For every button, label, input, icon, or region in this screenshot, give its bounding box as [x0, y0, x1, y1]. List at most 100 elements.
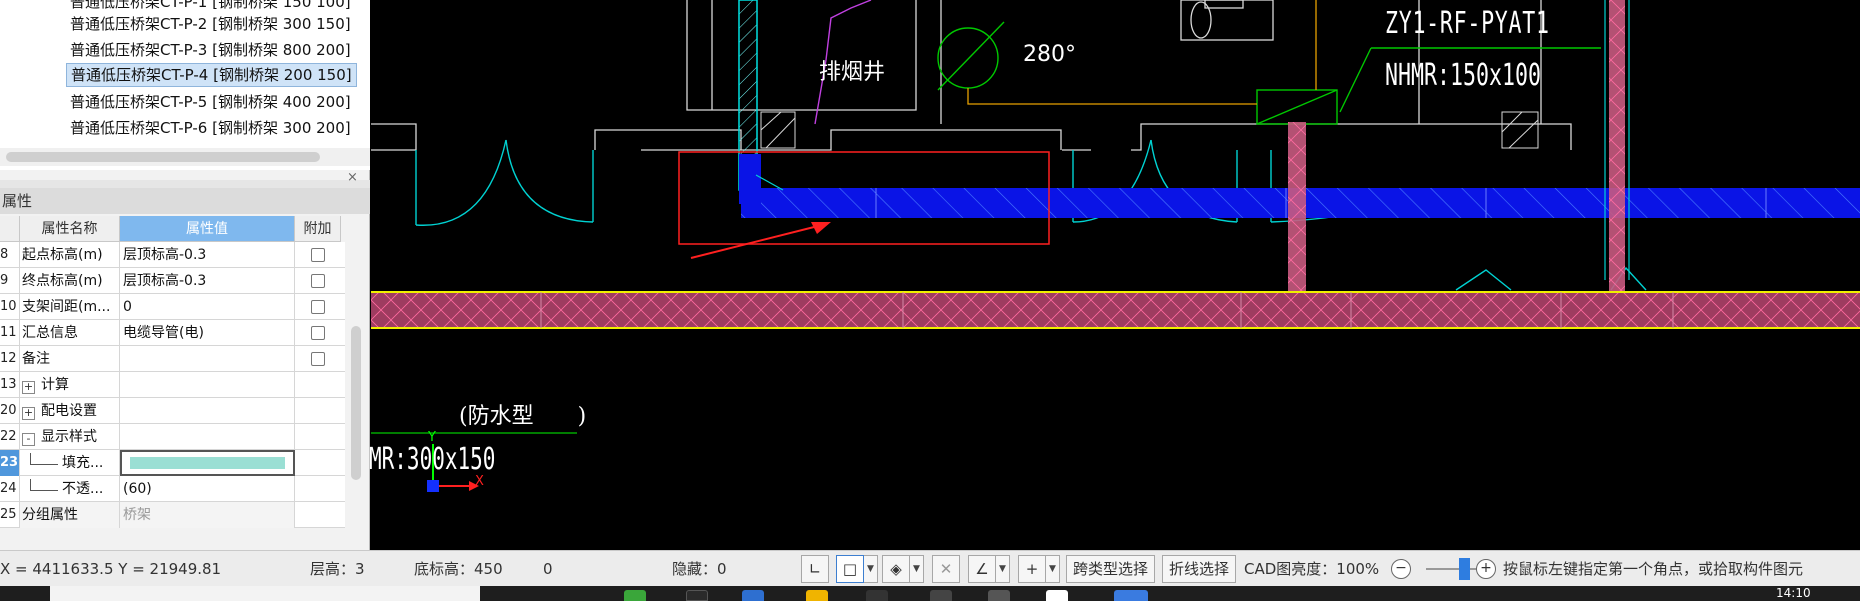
- prop-value: 桥架: [120, 502, 295, 528]
- extra-checkbox[interactable]: [311, 274, 325, 288]
- extra-checkbox[interactable]: [311, 300, 325, 314]
- header-index: [0, 216, 20, 242]
- prop-name: 终点标高(m): [20, 268, 120, 294]
- table-row[interactable]: 8 起点标高(m) 层顶标高-0.3: [0, 242, 345, 268]
- row-index: 24: [0, 476, 20, 502]
- browser-icon[interactable]: [624, 590, 646, 601]
- row-index: 11: [0, 320, 20, 346]
- brightness-slider-thumb[interactable]: [1459, 558, 1470, 580]
- prop-name: 备注: [20, 346, 120, 372]
- list-item[interactable]: 普通低压桥架CT-P-5 [钢制桥架 400 200]: [66, 90, 355, 114]
- table-row-active[interactable]: 23 填充...: [0, 450, 345, 476]
- app-icon[interactable]: [1046, 590, 1068, 601]
- chevron-down-icon[interactable]: ▼: [1046, 555, 1060, 583]
- table-row[interactable]: 10 支架间距(m... 0: [0, 294, 345, 320]
- prop-name: - 显示样式: [20, 424, 120, 450]
- row-index: 8: [0, 242, 20, 268]
- snap-icon[interactable]: +: [1018, 555, 1046, 583]
- prop-value[interactable]: 电缆导管(电): [120, 320, 295, 346]
- row-index: 13: [0, 372, 20, 398]
- cad-drawing[interactable]: [371, 0, 1860, 550]
- chevron-down-icon[interactable]: ▼: [910, 555, 924, 583]
- orthogonal-icon[interactable]: ∟: [801, 555, 829, 583]
- prop-value[interactable]: [120, 346, 295, 372]
- polyline-select-button[interactable]: 折线选择: [1162, 555, 1237, 583]
- props-splitter[interactable]: [0, 180, 370, 188]
- folder-icon[interactable]: [806, 590, 828, 601]
- prop-name: + 配电设置: [20, 398, 120, 424]
- prop-value[interactable]: 0: [120, 294, 295, 320]
- left-panel: 普通低压桥架CT-P-1 [钢制桥架 150 100] 普通低压桥架CT-P-2…: [0, 0, 370, 550]
- taskbar-search-input[interactable]: [50, 586, 480, 601]
- collapse-icon[interactable]: -: [22, 433, 35, 446]
- table-row[interactable]: 12 备注: [0, 346, 345, 372]
- app-icon[interactable]: [988, 590, 1010, 601]
- prop-name: 支架间距(m...: [20, 294, 120, 320]
- angle-icon[interactable]: ∠: [968, 555, 996, 583]
- list-item-selected[interactable]: 普通低压桥架CT-P-4 [钢制桥架 200 150]: [66, 63, 357, 87]
- prop-value[interactable]: 层顶标高-0.3: [120, 242, 295, 268]
- zoom-in-button[interactable]: +: [1476, 559, 1496, 579]
- component-list: 普通低压桥架CT-P-1 [钢制桥架 150 100] 普通低压桥架CT-P-2…: [0, 0, 370, 170]
- extra-checkbox[interactable]: [311, 352, 325, 366]
- list-item[interactable]: 普通低压桥架CT-P-6 [钢制桥架 300 200]: [66, 116, 355, 140]
- header-value: 属性值: [120, 216, 295, 242]
- extra-checkbox[interactable]: [311, 326, 325, 340]
- table-row[interactable]: 13 + 计算: [0, 372, 345, 398]
- prop-value[interactable]: 层顶标高-0.3: [120, 268, 295, 294]
- table-row[interactable]: 24 不透... (60): [0, 476, 345, 502]
- prop-name: 汇总信息: [20, 320, 120, 346]
- prop-name: 不透...: [20, 476, 120, 502]
- prop-name-text: 填充...: [62, 455, 104, 471]
- orange-lines: [967, 0, 1317, 105]
- prop-value[interactable]: [120, 398, 295, 424]
- chevron-down-icon[interactable]: ▼: [864, 555, 878, 583]
- app-icon[interactable]: [686, 590, 708, 601]
- axis-x-label: X: [475, 474, 484, 489]
- close-icon[interactable]: ✕: [932, 555, 960, 583]
- cable-tray-bend[interactable]: [739, 154, 761, 204]
- table-row[interactable]: 22 - 显示样式: [0, 424, 345, 450]
- close-icon[interactable]: ×: [347, 170, 358, 185]
- color-swatch[interactable]: [130, 457, 285, 469]
- expand-icon[interactable]: +: [22, 407, 35, 420]
- app-icon[interactable]: [1114, 590, 1148, 601]
- table-row[interactable]: 25 分组属性 桥架: [0, 502, 345, 528]
- tree-line: [30, 479, 58, 491]
- list-item[interactable]: 普通低压桥架CT-P-2 [钢制桥架 300 150]: [66, 12, 355, 36]
- smoke-shaft-label: 排烟井: [819, 60, 886, 85]
- row-index: 9: [0, 268, 20, 294]
- angle-label: 280°: [1023, 42, 1076, 67]
- row-index: 25: [0, 502, 20, 528]
- prop-value[interactable]: [120, 424, 295, 450]
- prop-value[interactable]: [120, 372, 295, 398]
- properties-vertical-scrollbar[interactable]: [351, 326, 361, 480]
- base-elevation: 底标高：450: [414, 560, 503, 578]
- table-row[interactable]: 11 汇总信息 电缆导管(电): [0, 320, 345, 346]
- cad-canvas[interactable]: 排烟井 280° ZY1-RF-PYAT1 NHMR:150x100 (防水型 …: [369, 0, 1860, 550]
- list-horizontal-scrollbar[interactable]: [6, 152, 320, 162]
- expand-icon[interactable]: +: [22, 381, 35, 394]
- extra-checkbox[interactable]: [311, 248, 325, 262]
- prop-value[interactable]: (60): [120, 476, 295, 502]
- mail-icon[interactable]: [742, 590, 764, 601]
- equipment-id-label: ZY1-RF-PYAT1: [1385, 6, 1550, 41]
- fill-color-value[interactable]: [120, 450, 295, 476]
- table-row[interactable]: 20 + 配电设置: [0, 398, 345, 424]
- header-name: 属性名称: [20, 216, 120, 242]
- equipment-size-label: NHMR:150x100: [1385, 58, 1542, 93]
- app-icon[interactable]: [930, 590, 952, 601]
- app-icon[interactable]: [866, 590, 888, 601]
- cross-type-select-button[interactable]: 跨类型选择: [1066, 555, 1156, 583]
- annotation-arrow: [690, 222, 831, 259]
- properties-title: 属性: [0, 188, 370, 214]
- table-row[interactable]: 9 终点标高(m) 层顶标高-0.3: [0, 268, 345, 294]
- select-box-icon[interactable]: □: [836, 555, 864, 583]
- list-item[interactable]: 普通低压桥架CT-P-3 [钢制桥架 800 200]: [66, 38, 355, 62]
- row-index: 10: [0, 294, 20, 320]
- prop-name: 分组属性: [20, 502, 120, 528]
- 3d-view-icon[interactable]: ◈: [882, 555, 910, 583]
- zoom-out-button[interactable]: −: [1391, 559, 1411, 579]
- tray-size-label: MR:300x150: [369, 442, 496, 477]
- chevron-down-icon[interactable]: ▼: [996, 555, 1010, 583]
